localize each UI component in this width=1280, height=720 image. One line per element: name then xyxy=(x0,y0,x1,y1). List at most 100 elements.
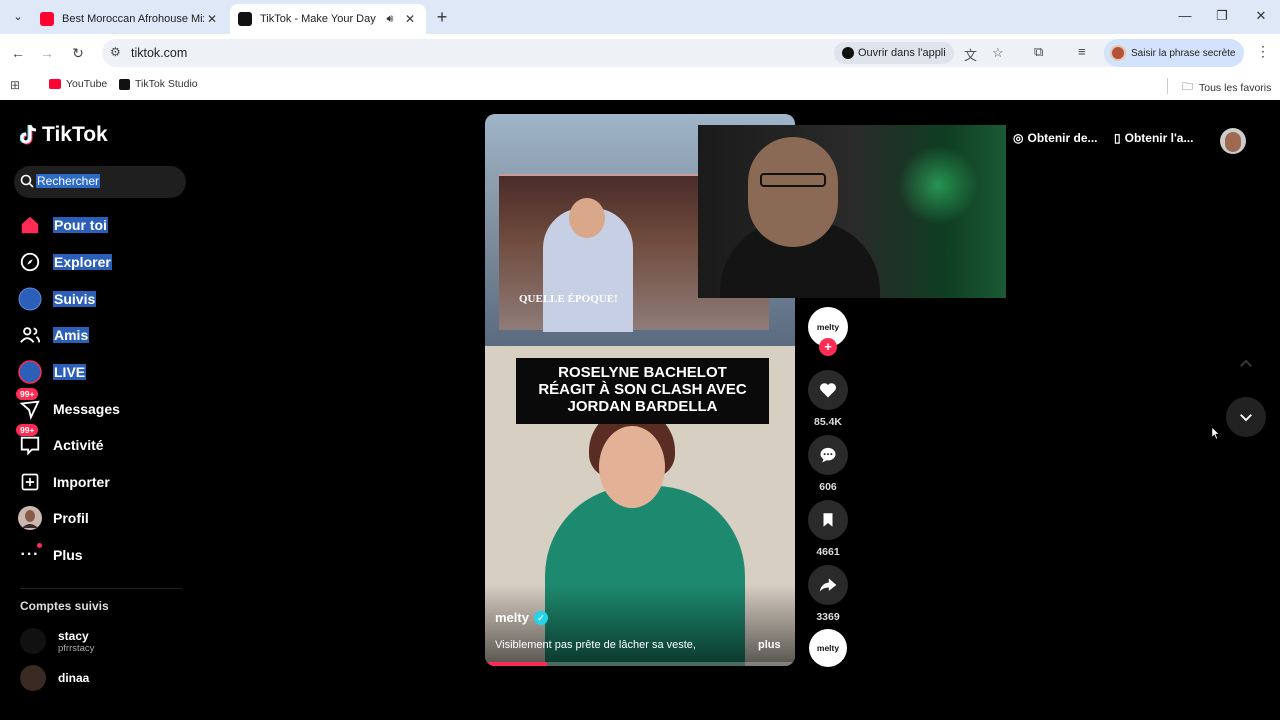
video-progress-bar[interactable] xyxy=(485,662,795,666)
messages-badge: 99+ xyxy=(16,388,39,400)
nav-item-upload[interactable]: Importer xyxy=(18,467,110,497)
mouse-cursor-icon xyxy=(1211,426,1221,440)
friends-icon xyxy=(18,323,42,347)
messages-icon: 99+ xyxy=(16,388,42,421)
account-name: stacy xyxy=(58,628,89,643)
progress-fill xyxy=(485,662,547,666)
heart-icon xyxy=(819,383,837,398)
apps-grid-icon[interactable]: ⊞ xyxy=(10,78,20,92)
get-app-button[interactable]: ▯ Obtenir l'a... xyxy=(1114,131,1193,145)
share-icon xyxy=(819,578,837,592)
nav-label: Plus xyxy=(53,547,83,563)
tiktok-logo[interactable]: TikTok xyxy=(20,123,108,147)
nav-item-profile[interactable]: Profil xyxy=(18,503,89,533)
minimize-window-button[interactable]: — xyxy=(1175,8,1195,23)
nav-item-for-you[interactable]: Pour toi xyxy=(18,210,108,240)
nav-item-activity[interactable]: 99+ Activité xyxy=(16,424,104,460)
avatar xyxy=(20,665,46,691)
tab-title: Best Moroccan Afrohouse Mix 2 xyxy=(62,13,204,25)
nav-item-following[interactable]: Suivis xyxy=(18,284,97,314)
extensions-icon[interactable]: ⧉ xyxy=(1034,44,1043,60)
close-window-button[interactable]: ✕ xyxy=(1251,8,1271,24)
translate-icon[interactable]: 文 xyxy=(964,45,977,64)
nav-label: Activité xyxy=(53,437,104,453)
reload-button[interactable]: ↻ xyxy=(68,43,88,63)
video-headline: ROSELYNE BACHELOT RÉAGIT À SON CLASH AVE… xyxy=(516,358,769,424)
all-bookmarks-label: Tous les favoris xyxy=(1199,81,1272,94)
browser-toolbar: ← → ↻ ⚙ tiktok.com Ouvrir dans l'appli 文… xyxy=(0,34,1280,72)
share-button[interactable] xyxy=(808,565,848,605)
tiktok-icon xyxy=(842,47,854,59)
headline-line: JORDAN BARDELLA xyxy=(567,398,718,415)
nav-item-explore[interactable]: Explorer xyxy=(18,247,112,277)
bookmark-label: YouTube xyxy=(66,78,108,90)
account-username: pfrrstacy xyxy=(58,642,95,654)
browser-tab-strip: ⌄ Best Moroccan Afrohouse Mix 2 ✕ TikTok… xyxy=(0,0,1280,34)
save-count: 4661 xyxy=(816,546,840,558)
follow-plus-button[interactable]: + xyxy=(819,338,837,356)
tab-youtube[interactable]: Best Moroccan Afrohouse Mix 2 ✕ xyxy=(32,4,228,34)
nav-item-more[interactable]: ··· Plus xyxy=(18,540,83,570)
nav-item-messages[interactable]: 99+ Messages xyxy=(16,388,120,424)
close-tab-icon[interactable]: ✕ xyxy=(402,12,418,26)
bookmark-star-icon[interactable]: ☆ xyxy=(992,45,1004,61)
next-video-button[interactable] xyxy=(1226,397,1266,437)
caption-more-button[interactable]: plus xyxy=(758,639,781,651)
restore-window-button[interactable]: ❐ xyxy=(1212,8,1232,24)
chevron-down-icon xyxy=(1240,414,1252,422)
bookmarks-bar: ⊞ YouTube TikTok Studio 🗀 Tous les favor… xyxy=(0,72,1280,100)
all-bookmarks-button[interactable]: 🗀 Tous les favoris xyxy=(1182,78,1271,97)
passphrase-chip-label: Saisir la phrase secrète xyxy=(1131,47,1236,59)
like-button[interactable] xyxy=(808,370,848,410)
video-shade xyxy=(485,584,795,666)
video-author[interactable]: melty ✓ xyxy=(495,610,548,625)
logo-text: TikTok xyxy=(42,123,108,146)
nav-label: Pour toi xyxy=(53,217,108,233)
get-coins-button[interactable]: ◎ Obtenir de... xyxy=(1013,131,1098,145)
tab-search-button[interactable]: ⌄ xyxy=(8,7,28,27)
youtube-icon xyxy=(49,79,61,89)
previous-video-button[interactable] xyxy=(1226,344,1266,384)
comment-icon xyxy=(820,447,836,463)
address-bar[interactable]: ⚙ tiktok.com Ouvrir dans l'appli 文 ☆ xyxy=(102,39,1172,67)
followed-account-item[interactable]: stacy pfrrstacy xyxy=(20,628,94,654)
save-button[interactable] xyxy=(808,500,848,540)
tiktok-page: TikTok Rechercher Pour toi Explorer Suiv… xyxy=(0,101,1280,720)
followed-accounts-title: Comptes suivis xyxy=(20,599,109,613)
search-input[interactable]: Rechercher xyxy=(14,166,186,198)
more-icon: ··· xyxy=(18,543,42,567)
browser-menu-icon[interactable]: ⋮ xyxy=(1256,43,1270,60)
nav-item-friends[interactable]: Amis xyxy=(18,320,90,350)
audio-playing-icon[interactable]: 🔊︎ xyxy=(382,13,398,26)
verified-icon: ✓ xyxy=(533,610,548,625)
account-avatar[interactable] xyxy=(1220,128,1246,154)
sound-avatar[interactable]: melty xyxy=(809,629,847,667)
comment-button[interactable] xyxy=(808,435,848,475)
tab-tiktok[interactable]: TikTok - Make Your Day 🔊︎ ✕ xyxy=(230,4,426,34)
close-tab-icon[interactable]: ✕ xyxy=(204,12,220,26)
upload-icon xyxy=(18,470,42,494)
tab-title: TikTok - Make Your Day xyxy=(260,13,376,25)
forward-button[interactable]: → xyxy=(37,43,57,63)
open-in-app-button[interactable]: Ouvrir dans l'appli xyxy=(834,42,954,64)
media-controls-icon[interactable]: ≡ xyxy=(1078,44,1086,59)
bookmark-icon xyxy=(823,513,833,527)
bookmark-tiktok-studio[interactable]: TikTok Studio xyxy=(119,78,198,90)
video-caption: Visiblement pas prête de lâcher sa veste… xyxy=(495,639,696,651)
author-name: melty xyxy=(495,610,529,625)
back-button[interactable]: ← xyxy=(8,43,28,63)
bookmark-label: TikTok Studio xyxy=(135,78,198,90)
home-icon xyxy=(18,213,42,237)
bookmark-youtube[interactable]: YouTube xyxy=(49,78,107,90)
get-coins-label: Obtenir de... xyxy=(1027,131,1098,145)
avatar xyxy=(20,628,46,654)
new-tab-button[interactable]: + xyxy=(432,8,452,26)
site-info-icon[interactable]: ⚙ xyxy=(110,45,121,59)
guest-figure xyxy=(543,198,633,332)
nav-item-live[interactable]: LIVE xyxy=(18,357,87,387)
nav-label: Profil xyxy=(53,510,89,526)
tiktok-favicon-icon xyxy=(238,12,252,26)
followed-account-item[interactable]: dinaa xyxy=(20,665,89,691)
live-icon xyxy=(18,360,42,384)
passphrase-chip[interactable]: Saisir la phrase secrète xyxy=(1104,39,1244,67)
